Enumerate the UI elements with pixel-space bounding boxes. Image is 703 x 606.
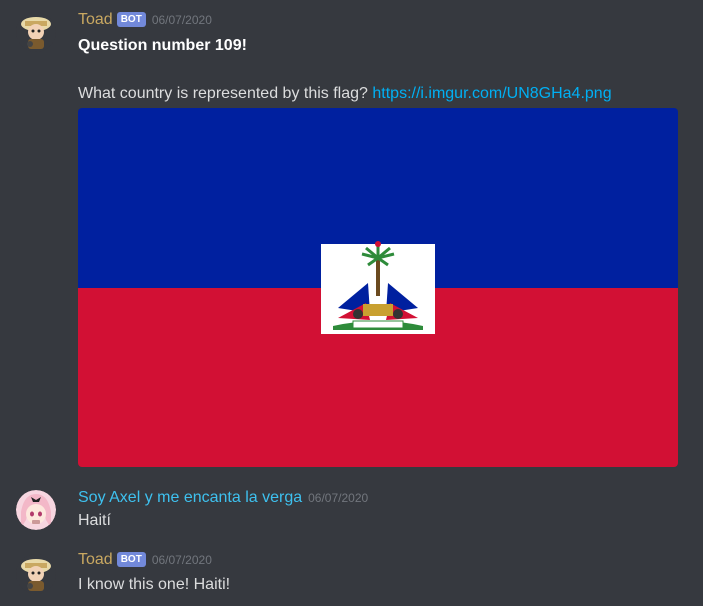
bot-tag: BOT [116, 552, 146, 567]
message-toad-answer: Toad BOT 06/07/2020 I know this one! Haiti… [0, 544, 703, 606]
question-text-line: What country is represented by this flag… [78, 85, 612, 103]
message-text: Haití [78, 512, 111, 529]
question-text: What country is represented by this flag… [78, 85, 368, 102]
toad-username[interactable]: Toad [78, 11, 113, 28]
toad-username[interactable]: Toad [78, 551, 113, 568]
flag-image[interactable] [78, 108, 678, 467]
axel-username[interactable]: Soy Axel y me encanta la verga [78, 489, 302, 506]
message-text: I know this one! Haiti! [78, 576, 231, 593]
message-toad-question: Toad BOT 06/07/2020 Question number 109! W… [0, 0, 703, 470]
axel-avatar[interactable] [16, 490, 56, 530]
question-title: Question number 109! [78, 37, 247, 54]
image-link[interactable]: https://i.imgur.com/UN8GHa4.png [372, 85, 611, 102]
toad-avatar[interactable] [16, 12, 56, 52]
timestamp: 06/07/2020 [151, 13, 212, 27]
toad-avatar[interactable] [16, 554, 56, 594]
timestamp: 06/07/2020 [308, 491, 369, 505]
message-axel: Soy Axel y me encanta la verga 06/07/2020… [0, 480, 703, 540]
timestamp: 06/07/2020 [151, 553, 212, 567]
bot-tag: BOT [116, 12, 146, 27]
